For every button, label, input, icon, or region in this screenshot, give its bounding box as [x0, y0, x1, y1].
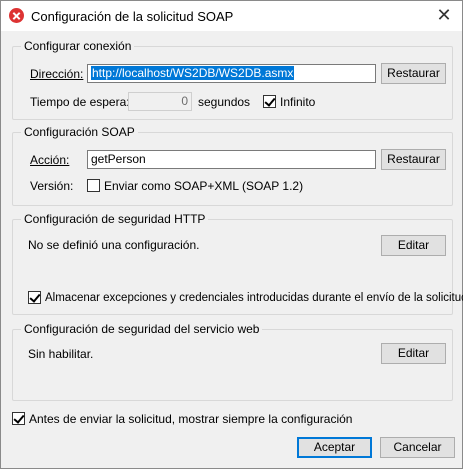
version-label: Versión:: [30, 179, 74, 193]
action-label: Acción:: [30, 153, 70, 167]
timeout-label: Tiempo de espera:: [30, 95, 130, 109]
store-credentials-checkbox[interactable]: [28, 291, 41, 304]
restore-action-button[interactable]: Restaurar: [381, 149, 446, 170]
restore-address-button[interactable]: Restaurar: [381, 63, 446, 84]
dialog-title: Configuración de la solicitud SOAP: [31, 9, 234, 24]
edit-http-security-button[interactable]: Editar: [381, 235, 446, 256]
infinite-label[interactable]: Infinito: [280, 95, 315, 109]
http-security-status: No se definió una configuración.: [28, 238, 200, 252]
edit-ws-security-button[interactable]: Editar: [381, 343, 446, 364]
timeout-input[interactable]: 0: [128, 92, 192, 111]
action-input[interactable]: getPerson: [87, 150, 376, 169]
timeout-unit-label: segundos: [198, 95, 251, 109]
address-value: http://localhost/WS2DB/WS2DB.asmx: [91, 66, 295, 80]
title-bar: Configuración de la solicitud SOAP ✕: [1, 1, 462, 31]
ws-security-status: Sin habilitar.: [28, 347, 94, 361]
soap12-checkbox[interactable]: [87, 179, 100, 192]
http-security-legend: Configuración de seguridad HTTP: [21, 212, 209, 226]
app-icon: [9, 8, 24, 23]
close-icon[interactable]: ✕: [431, 3, 457, 27]
store-credentials-label[interactable]: Almacenar excepciones y credenciales int…: [45, 291, 463, 305]
connection-legend: Configurar conexión: [21, 39, 135, 53]
address-label: Dirección:: [30, 67, 84, 81]
always-show-checkbox[interactable]: [12, 412, 25, 425]
address-input[interactable]: http://localhost/WS2DB/WS2DB.asmx: [87, 64, 376, 83]
soap-request-settings-dialog: Configuración de la solicitud SOAP ✕ Con…: [0, 0, 463, 469]
cancel-button[interactable]: Cancelar: [380, 437, 455, 458]
soap-legend: Configuración SOAP: [21, 125, 138, 139]
always-show-label[interactable]: Antes de enviar la solicitud, mostrar si…: [29, 412, 352, 426]
soap12-label[interactable]: Enviar como SOAP+XML (SOAP 1.2): [104, 179, 303, 193]
infinite-checkbox[interactable]: [263, 95, 276, 108]
accept-button[interactable]: Aceptar: [297, 437, 372, 458]
ws-security-group: Configuración de seguridad del servicio …: [12, 322, 453, 401]
ws-security-legend: Configuración de seguridad del servicio …: [21, 322, 263, 336]
